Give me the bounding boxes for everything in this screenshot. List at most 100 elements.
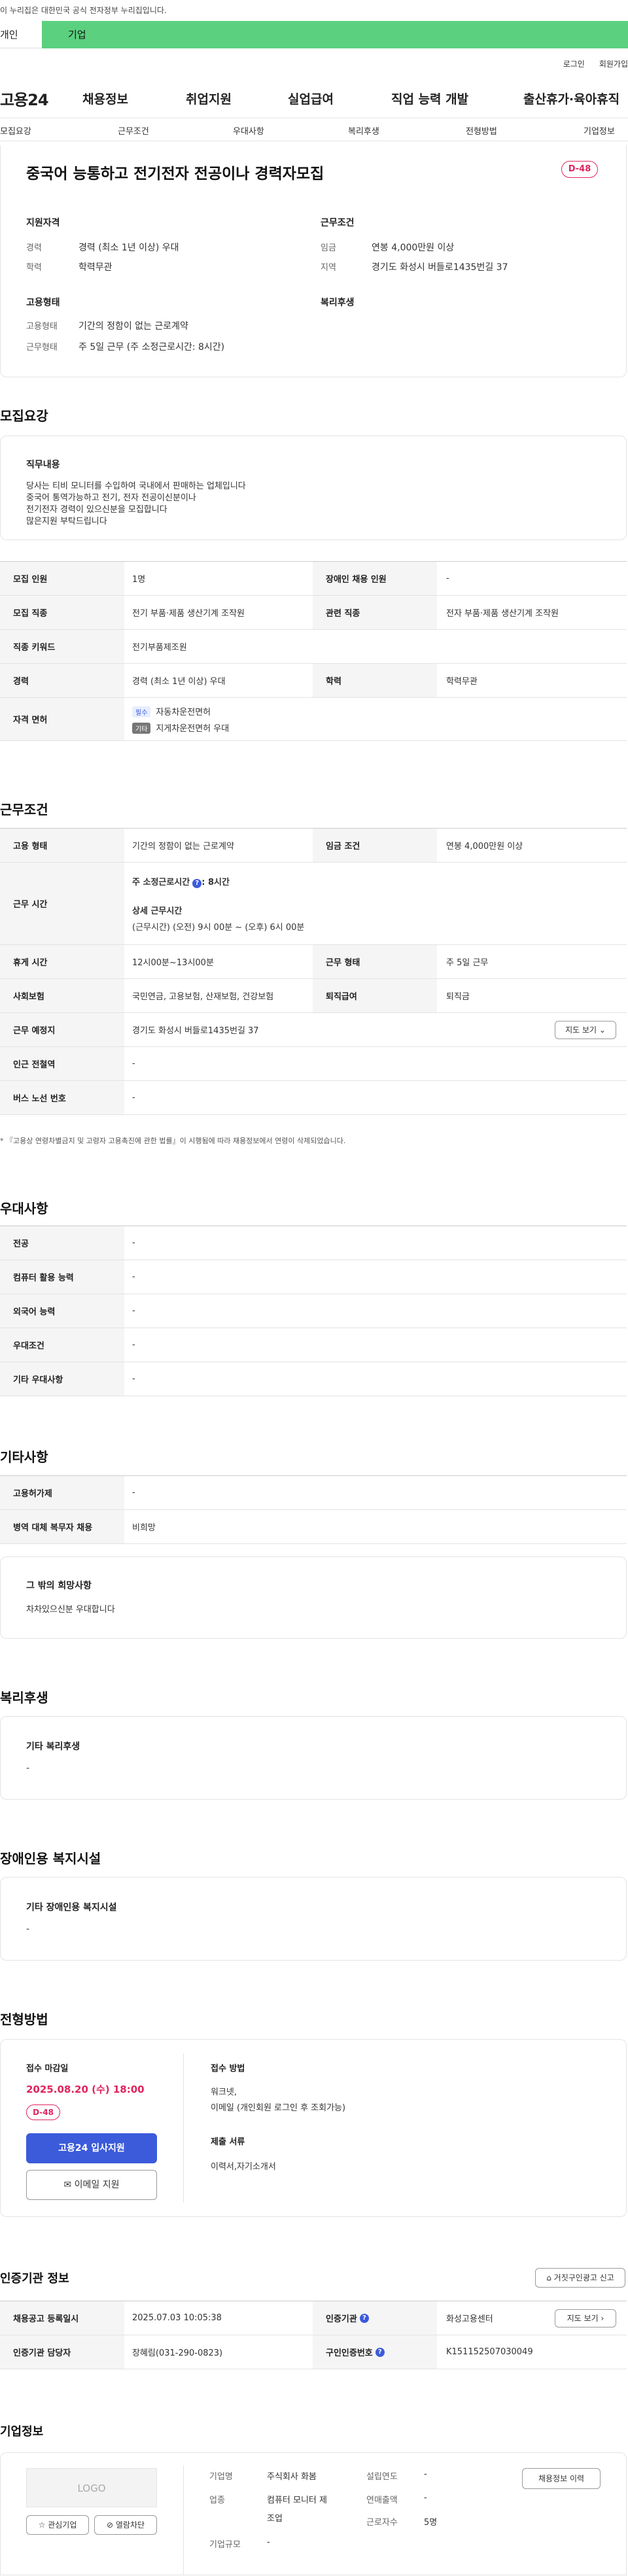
emp-work-label: 근무형태: [26, 343, 58, 352]
row-label: 근무 시간: [0, 863, 124, 944]
info-icon[interactable]: ?: [359, 2313, 369, 2323]
tab-company[interactable]: 기업: [42, 21, 628, 48]
row-value: 전기부품제조원: [132, 643, 187, 653]
work-time-detail-heading: 상세 근무시간: [132, 906, 183, 916]
row-label: 근무 형태: [313, 945, 437, 978]
email-apply-label: 이메일 지원: [74, 2180, 120, 2190]
work-time-values: 주 소정근로시간?: 8시간 상세 근무시간 (근무시간) (오전) 9시 00…: [132, 863, 304, 944]
license-value: 지게차운전면허 우대: [156, 723, 230, 734]
gnb-item-jobs[interactable]: 채용정보: [82, 90, 128, 107]
pref-title: 우대사항: [0, 1201, 48, 1216]
row-value: 전자 부품·제품 생산기계 조작원: [446, 609, 559, 619]
table-row: 자격 면허 필수 자동차운전면허 기타 지게차운전면허 우대: [0, 698, 627, 741]
subnav-pref[interactable]: 우대사항: [233, 124, 264, 137]
map-button-label: 지도 보기: [565, 1025, 597, 1035]
pref-table: 전공 - 컴퓨터 활용 능력 - 외국어 능력 - 우대조건 - 기타 우대사항 -: [0, 1226, 627, 1396]
job-title: 중국어 능통하고 전기전자 전공이나 경력자모집: [26, 165, 324, 182]
row-value: 비희망: [132, 1523, 156, 1533]
row-label: 경력: [0, 664, 124, 697]
subnav-company[interactable]: 기업정보: [584, 124, 615, 137]
block-company-button[interactable]: ⊘ 열람차단: [94, 2515, 157, 2535]
cond-wage-label: 임금: [321, 243, 336, 253]
row-value: 기간의 정함이 없는 근로계약: [132, 842, 234, 851]
org-map-button[interactable]: 지도 보기 ›: [555, 2309, 616, 2327]
block-label: 열람차단: [115, 2520, 145, 2530]
table-row: 채용공고 등록일시 2025.07.03 10:05:38 인증기관? 화성고용…: [0, 2301, 627, 2335]
report-button[interactable]: ⌂ 거짓구인광고 신고: [535, 2268, 625, 2288]
row-label: 인증기관?: [313, 2301, 437, 2335]
apply-button[interactable]: 고용24 입사지원: [26, 2133, 157, 2163]
table-row: 근무 시간 주 소정근로시간?: 8시간 상세 근무시간 (근무시간) (오전)…: [0, 863, 627, 945]
table-row: 모집 인원 1명 장애인 채용 인원 -: [0, 562, 627, 596]
star-icon: ☆: [38, 2520, 46, 2530]
company-name-value: 주식회사 화봄: [267, 2472, 317, 2482]
info-icon[interactable]: ?: [192, 878, 202, 888]
favorite-company-button[interactable]: ☆ 관심기업: [26, 2515, 89, 2535]
signup-link[interactable]: 회원가입: [599, 58, 628, 69]
hiring-history-button[interactable]: 채용정보 이력: [522, 2468, 601, 2489]
emp-heading: 고용형태: [26, 298, 60, 308]
org-label: 인증기관: [326, 2314, 357, 2324]
deadline-heading: 접수 마감일: [26, 2064, 69, 2074]
row-label: 퇴직급여: [313, 979, 437, 1012]
gnb-item-unemployment[interactable]: 실업급여: [288, 90, 334, 107]
map-button[interactable]: 지도 보기 ⌄: [555, 1021, 616, 1039]
row-value: 경력 (최소 1년 이상) 우대: [132, 677, 226, 687]
subnav-screen[interactable]: 전형방법: [466, 124, 497, 137]
info-icon[interactable]: ?: [375, 2347, 385, 2357]
work-time-main-label: 주 소정근로시간: [132, 877, 190, 887]
section-subnav: 모집요강 근무조건 우대사항 복리후생 전형방법 기업정보: [0, 118, 628, 141]
method-heading: 접수 방법: [211, 2064, 245, 2074]
work-time-main: 주 소정근로시간?: 8시간: [132, 875, 230, 888]
row-label: 고용 형태: [0, 829, 124, 862]
site-logo[interactable]: 고용24: [0, 87, 65, 110]
screen-title: 전형방법: [0, 2012, 48, 2027]
screen-divider: [183, 2053, 184, 2203]
tab-personal[interactable]: 개인: [0, 21, 42, 48]
work-table: 고용 형태 기간의 정함이 없는 근로계약 임금 조건 연봉 4,000만원 이…: [0, 828, 627, 1115]
subnav-welfare[interactable]: 복리후생: [348, 124, 379, 137]
disabled-box: [0, 1877, 627, 1961]
row-value: 연봉 4,000만원 이상: [446, 842, 523, 851]
global-nav: 고용24 채용정보 취업지원 실업급여 직업 능력 개발 출산휴가·육아휴직: [0, 78, 628, 118]
email-apply-button[interactable]: ✉ 이메일 지원: [26, 2170, 157, 2200]
cert-no-label: 구인인증번호: [326, 2348, 373, 2358]
recruit-title: 모집요강: [0, 408, 48, 424]
disabled-etc-value: -: [26, 1924, 30, 1934]
table-row: 근무 예정지 경기도 화성시 버들로1435번길 37 지도 보기 ⌄: [0, 1013, 627, 1047]
gnb-item-training[interactable]: 직업 능력 개발: [391, 90, 468, 107]
table-row: 사회보험 국민연금, 고용보험, 산재보험, 건강보험 퇴직급여 퇴직금: [0, 979, 627, 1013]
wish-box: [0, 1556, 627, 1639]
gnb-item-leave[interactable]: 출산휴가·육아휴직: [523, 90, 619, 107]
welfare-etc-value: -: [26, 1763, 30, 1774]
row-value: 경기도 화성시 버들로1435번길 37: [132, 1026, 259, 1036]
docs-value: 이력서,자기소개서: [211, 2162, 276, 2172]
license-values: 필수 자동차운전면허 기타 지게차운전면허 우대: [132, 698, 229, 740]
row-value: K151152507030049: [446, 2347, 533, 2357]
row-label: 직종 키워드: [0, 630, 124, 663]
row-value: 12시00분~13시00분: [132, 958, 214, 968]
row-value: -: [132, 1488, 135, 1498]
qual-career-value: 경력 (최소 1년 이상) 우대: [78, 243, 179, 253]
dday-badge: D-48: [561, 161, 598, 178]
row-value: 국민연금, 고용보험, 산재보험, 건강보험: [132, 992, 274, 1002]
report-button-label: 거짓구인광고 신고: [553, 2273, 614, 2282]
required-tag: 필수: [132, 706, 151, 717]
table-row: 경력 경력 (최소 1년 이상) 우대 학력 학력무관: [0, 664, 627, 698]
gnb-item-support[interactable]: 취업지원: [186, 90, 232, 107]
row-label: 모집 인원: [0, 562, 124, 595]
company-name-label: 기업명: [209, 2472, 233, 2482]
login-link[interactable]: 로그인: [563, 58, 585, 69]
cond-loc-label: 지역: [321, 263, 336, 273]
row-label: 외국어 능력: [0, 1294, 124, 1328]
company-ind-value: 조업: [267, 2514, 283, 2524]
wish-value: 차차있으신분 우대합니다: [26, 1605, 115, 1615]
table-row: 우대조건 -: [0, 1328, 627, 1362]
subnav-work[interactable]: 근무조건: [118, 124, 149, 137]
row-value: 2025.07.03 10:05:38: [132, 2313, 222, 2323]
table-row: 인증기관 담당자 장혜림(031-290-0823) 구인인증번호? K1511…: [0, 2335, 627, 2369]
user-type-tabs: 개인 기업: [0, 21, 628, 48]
subnav-recruit[interactable]: 모집요강: [0, 124, 31, 137]
row-label: 모집 직종: [0, 596, 124, 629]
table-row: 고용허가제 -: [0, 1476, 627, 1510]
